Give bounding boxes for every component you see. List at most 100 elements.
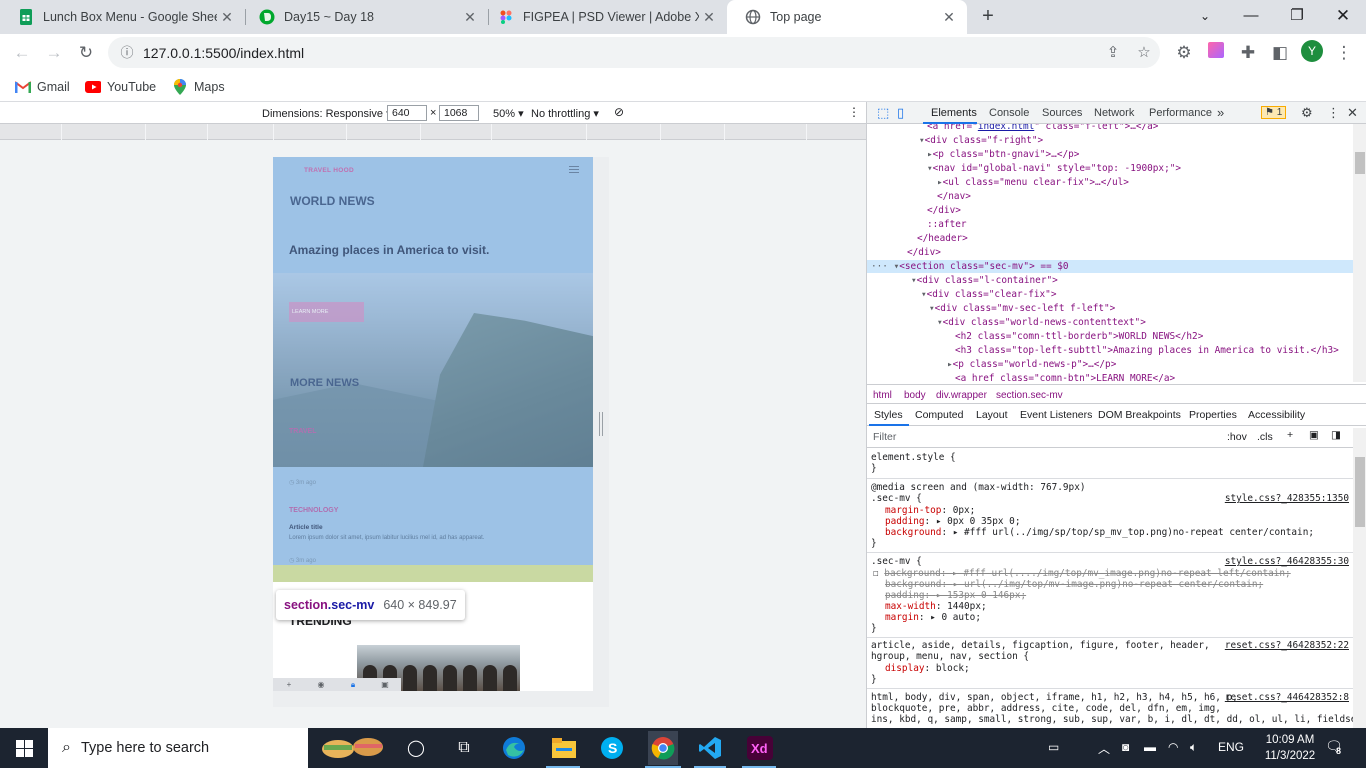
dom-node[interactable]: ▸<p class="world-news-p">…</p> [947, 358, 1116, 371]
hov-toggle[interactable]: :hov [1227, 431, 1247, 443]
url-text[interactable]: 127.0.0.1:5500/index.html [143, 45, 304, 61]
dom-node[interactable]: <h3 class="top-left-subttl">Amazing plac… [955, 344, 1339, 357]
new-tab-button[interactable]: + [976, 4, 1000, 28]
star-icon[interactable]: ☆ [1133, 42, 1155, 64]
css-property-overridden[interactable]: padding: ▸ 153px 0 146px; [885, 590, 1026, 601]
adobe-xd-icon[interactable]: Xd [746, 734, 774, 762]
rule-selector[interactable]: .sec-mv { [871, 493, 922, 504]
plus-icon[interactable]: + [273, 678, 305, 691]
source-link[interactable]: style.css?_428355:1350 [1225, 493, 1349, 504]
devtools-menu-icon[interactable]: ⋮ [1327, 105, 1340, 121]
css-property[interactable]: background: ▸ #fff url(../img/sp/top/sp_… [885, 527, 1314, 538]
minimize-button[interactable]: — [1228, 0, 1274, 34]
skype-icon[interactable]: S [598, 734, 626, 762]
forward-button[interactable]: → [43, 42, 65, 64]
bookmark-gmail[interactable]: Gmail [15, 77, 70, 97]
close-icon[interactable]: ✕ [699, 9, 719, 26]
height-input[interactable]: 1068 [439, 105, 479, 121]
css-property[interactable]: display: block; [885, 663, 970, 674]
issues-badge[interactable]: ⚑ 1 [1261, 106, 1287, 119]
source-link[interactable]: style.css?_46428355:30 [1225, 556, 1349, 567]
css-property[interactable]: margin: ▸ 0 auto; [885, 612, 981, 623]
dom-node[interactable]: ▾<div class="l-container"> [911, 274, 1058, 287]
category-travel[interactable]: TRAVEL [289, 428, 316, 435]
show-hidden-icons-chevron[interactable]: ︿ [1098, 740, 1110, 757]
rule-selector[interactable]: html, body, div, span, object, iframe, h… [871, 692, 1238, 703]
tab-network[interactable]: Network [1094, 107, 1134, 119]
crumb-html[interactable]: html [873, 390, 892, 401]
dom-node[interactable]: ▾<div class="world-news-contenttext"> [937, 316, 1146, 329]
subtab-properties[interactable]: Properties [1189, 409, 1237, 421]
source-link[interactable]: reset.css?_46428352:22 [1225, 640, 1349, 651]
media-query-ruler[interactable] [0, 124, 866, 140]
css-property-overridden[interactable]: ☐ background: ▸ #fff url(..../img/top/mv… [873, 568, 1291, 579]
dom-node[interactable]: <a href class="comn-btn">LEARN MORE</a> [955, 372, 1175, 382]
edge-icon[interactable] [500, 734, 528, 762]
device-menu-kebab-icon[interactable]: ⋮ [848, 105, 860, 119]
volume-icon[interactable]: 🔈︎ [1190, 740, 1197, 755]
menu-kebab-icon[interactable]: ⋮ [1333, 42, 1355, 64]
file-explorer-icon[interactable] [550, 734, 578, 762]
subtab-dom-breakpoints[interactable]: DOM Breakpoints [1098, 409, 1181, 421]
chrome-icon[interactable] [648, 731, 678, 765]
tab-elements[interactable]: Elements [931, 107, 977, 119]
close-icon[interactable]: ✕ [939, 9, 959, 26]
element-style-rule[interactable]: element.style { [871, 452, 956, 463]
tab-figpea[interactable]: FIGPEA | PSD Viewer | Adobe XD ✕ [480, 0, 727, 34]
avatar[interactable]: Y [1301, 40, 1323, 62]
info-icon[interactable]: ⓘ [116, 42, 138, 64]
rule-selector[interactable]: hgroup, menu, nav, section { [871, 651, 1029, 662]
vscode-icon[interactable] [696, 734, 724, 762]
reload-button[interactable]: ↻ [75, 42, 97, 64]
hamburger-menu-icon[interactable] [569, 166, 579, 173]
close-window-button[interactable]: ✕ [1320, 0, 1366, 34]
dom-node[interactable]: ▸<p class="btn-gnavi">…</p> [927, 148, 1079, 161]
zoom-dropdown[interactable]: 50% ▾ [493, 107, 524, 120]
css-property[interactable]: padding: ▸ 0px 0 35px 0; [885, 516, 1020, 527]
dimensions-dropdown[interactable]: Dimensions: Responsive ▾ [262, 107, 392, 120]
close-icon[interactable]: ✕ [217, 9, 237, 26]
throttling-dropdown[interactable]: No throttling ▾ [531, 107, 599, 120]
styles-scrollbar-thumb[interactable] [1355, 457, 1365, 527]
keyboard-icon[interactable]: ▭ [1048, 740, 1059, 754]
dom-node[interactable]: </div> [907, 246, 941, 259]
lock-icon[interactable]: 🔒︎ [337, 678, 369, 691]
rule-selector[interactable]: ins, kbd, q, samp, small, strong, sub, s… [871, 714, 1366, 725]
battery-icon[interactable]: ▬ [1144, 740, 1156, 754]
subtab-computed[interactable]: Computed [915, 409, 963, 421]
taskbar-search[interactable]: ⌕ Type here to search [48, 728, 308, 768]
resize-grip[interactable] [599, 412, 603, 436]
dom-node[interactable]: ▾<nav id="global-navi" style="top: -1900… [927, 162, 1181, 175]
eye-icon[interactable]: ◉ [305, 678, 337, 691]
sandwich-search-highlight-icon[interactable] [318, 734, 388, 762]
bookmark-youtube[interactable]: YouTube [85, 77, 156, 97]
rule-selector[interactable]: article, aside, details, figcaption, fig… [871, 640, 1210, 651]
image-icon[interactable]: ▣ [369, 678, 401, 691]
css-property[interactable]: max-width: 1440px; [885, 601, 987, 612]
dom-node[interactable]: </header> [917, 232, 968, 245]
back-button[interactable]: ← [11, 42, 33, 64]
tab-sources[interactable]: Sources [1042, 107, 1082, 119]
inspect-icon[interactable]: ⬚ [877, 105, 889, 121]
rule-selector[interactable]: blockquote, pre, abbr, address, cite, co… [871, 703, 1221, 714]
subtab-styles[interactable]: Styles [874, 409, 903, 421]
rule-selector[interactable]: .sec-mv { [871, 556, 922, 567]
rotate-icon[interactable]: ⊘ [614, 105, 624, 119]
elements-scrollbar-thumb[interactable] [1355, 152, 1365, 174]
dom-node[interactable]: </nav> [937, 190, 971, 203]
dom-node[interactable]: <a href="index.html" class="f-left">…</a… [927, 124, 1158, 133]
dom-node[interactable]: ▾<div class="mv-sec-left f-left"> [929, 302, 1115, 315]
tab-day15[interactable]: Day15 ~ Day 18 ✕ [241, 0, 488, 34]
sidebar-toggle-icon[interactable]: ◨ [1331, 429, 1341, 441]
extension-gradient-icon[interactable] [1205, 42, 1227, 64]
tab-lunch-box-menu[interactable]: Lunch Box Menu - Google Sheets ✕ [0, 0, 245, 34]
width-input[interactable]: 640 [387, 105, 427, 121]
device-toggle-icon[interactable]: ▯ [897, 105, 904, 121]
tab-performance[interactable]: Performance [1149, 107, 1212, 119]
dom-node[interactable]: </div> [927, 204, 961, 217]
extensions-puzzle-icon[interactable]: ✚ [1237, 42, 1259, 64]
learn-more-button[interactable]: LEARN MORE [289, 302, 364, 322]
share-icon[interactable]: ⇪ [1102, 42, 1124, 64]
close-devtools-icon[interactable]: ✕ [1347, 105, 1358, 121]
cortana-icon[interactable]: ◯ [402, 734, 430, 762]
